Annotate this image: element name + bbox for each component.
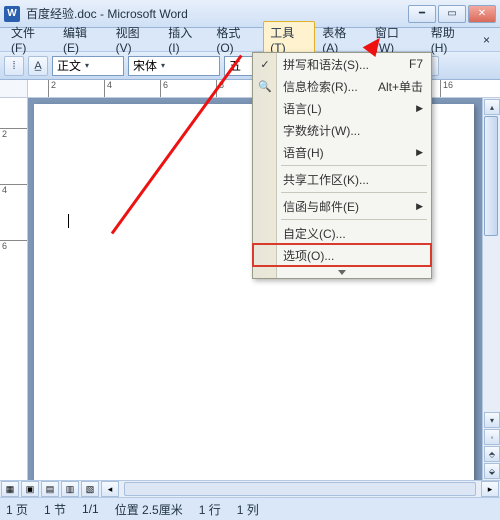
menu-item[interactable]: 自定义(C)...: [253, 222, 431, 244]
ruler-tick: 6: [160, 80, 168, 97]
menu-separator: [281, 165, 427, 166]
minimize-button[interactable]: ━: [408, 5, 436, 23]
menu-item[interactable]: 语音(H) ▶: [253, 141, 431, 163]
menu-file[interactable]: 文件(F): [4, 21, 56, 58]
menu-edit[interactable]: 编辑(E): [56, 21, 109, 58]
style-dropdown[interactable]: 正文 ▾: [52, 56, 124, 76]
chevron-down-icon: ▾: [85, 61, 89, 70]
status-pages: 1/1: [82, 502, 99, 516]
menu-item-label: 字数统计(W)...: [283, 122, 360, 139]
scroll-down-button[interactable]: ▾: [484, 412, 500, 428]
window-title: 百度经验.doc - Microsoft Word: [26, 5, 408, 22]
ruler-tick: 8: [216, 80, 224, 97]
font-dropdown[interactable]: 宋体 ▾: [128, 56, 220, 76]
status-section: 1 节: [44, 501, 66, 518]
menu-expand-chevron[interactable]: [253, 266, 431, 278]
scroll-track[interactable]: [484, 116, 500, 426]
style-value: 正文: [57, 57, 81, 74]
menu-item-label: 信息检索(R)...: [283, 78, 358, 95]
ruler-tick: 16: [440, 80, 453, 97]
scroll-left-button[interactable]: ◂: [101, 481, 119, 497]
status-line: 1 行: [199, 501, 221, 518]
menu-item-icon: ✓: [257, 56, 273, 72]
next-page-button[interactable]: ⬙: [484, 463, 500, 479]
ruler-tick: 6: [0, 240, 27, 251]
normal-view-button[interactable]: ▦: [1, 481, 19, 497]
ruler-tick: 4: [0, 184, 27, 195]
maximize-button[interactable]: ▭: [438, 5, 466, 23]
menu-item-label: 共享工作区(K)...: [283, 171, 369, 188]
status-page: 1 页: [6, 501, 28, 518]
menu-item-label: 信函与邮件(E): [283, 198, 359, 215]
menu-item[interactable]: ✓ 拼写和语法(S)... F7: [253, 53, 431, 75]
ruler-tick: 2: [48, 80, 56, 97]
outline-view-button[interactable]: ▥: [61, 481, 79, 497]
menu-shortcut: F7: [409, 57, 423, 71]
menu-shortcut: Alt+单击: [378, 78, 423, 95]
menu-item[interactable]: 信函与邮件(E) ▶: [253, 195, 431, 217]
scroll-up-button[interactable]: ▴: [484, 99, 500, 115]
web-view-button[interactable]: ▣: [21, 481, 39, 497]
ruler-corner: [0, 80, 28, 98]
submenu-arrow-icon: ▶: [416, 103, 423, 114]
status-col: 1 列: [237, 501, 259, 518]
tools-dropdown-menu: ✓ 拼写和语法(S)... F7 🔍 信息检索(R)... Alt+单击语言(L) ▶ 字数统…: [252, 52, 432, 279]
help-search-icon[interactable]: ×: [477, 33, 496, 47]
close-button[interactable]: ✕: [468, 5, 496, 23]
ruler-tick: 2: [0, 128, 27, 139]
font-value: 宋体: [133, 57, 157, 74]
browse-object-button[interactable]: ◦: [484, 429, 500, 445]
submenu-arrow-icon: ▶: [416, 147, 423, 158]
menu-item[interactable]: 选项(O)...: [253, 244, 431, 266]
menu-item-label: 选项(O)...: [283, 247, 334, 264]
style-handle-icon[interactable]: ⁞: [4, 56, 24, 76]
menu-separator: [281, 219, 427, 220]
menu-item-label: 语言(L): [283, 100, 322, 117]
font-size-value: 五: [229, 57, 241, 74]
menu-item[interactable]: 🔍 信息检索(R)... Alt+单击: [253, 75, 431, 97]
prev-page-button[interactable]: ⬘: [484, 446, 500, 462]
print-view-button[interactable]: ▤: [41, 481, 59, 497]
chevron-down-icon: ▾: [161, 61, 165, 70]
ruler-tick: 4: [104, 80, 112, 97]
submenu-arrow-icon: ▶: [416, 201, 423, 212]
menu-item-label: 语音(H): [283, 144, 324, 161]
view-bar: ▦ ▣ ▤ ▥ ▧ ◂ ▸: [0, 480, 500, 498]
scroll-right-button[interactable]: ▸: [481, 481, 499, 497]
vertical-scrollbar[interactable]: ▴ ▾ ◦ ⬘ ⬙: [482, 98, 500, 480]
style-format-icon[interactable]: A̲: [28, 56, 48, 76]
reading-view-button[interactable]: ▧: [81, 481, 99, 497]
status-position: 位置 2.5厘米: [115, 501, 183, 518]
menu-item-label: 拼写和语法(S)...: [283, 56, 369, 73]
scroll-thumb[interactable]: [484, 116, 498, 236]
menu-item[interactable]: 共享工作区(K)...: [253, 168, 431, 190]
menu-view[interactable]: 视图(V): [109, 21, 162, 58]
vertical-ruler[interactable]: 2 4 6: [0, 98, 28, 480]
menu-item-icon: 🔍: [257, 78, 273, 94]
menu-bar: 文件(F) 编辑(E) 视图(V) 插入(I) 格式(O) 工具(T) 表格(A…: [0, 28, 500, 52]
menu-separator: [281, 192, 427, 193]
word-app-icon: W: [4, 6, 20, 22]
menu-item[interactable]: 字数统计(W)...: [253, 119, 431, 141]
text-cursor: [68, 214, 69, 228]
menu-item[interactable]: 语言(L) ▶: [253, 97, 431, 119]
menu-insert[interactable]: 插入(I): [161, 21, 209, 58]
menu-item-label: 自定义(C)...: [283, 225, 346, 242]
status-bar: 1 页 1 节 1/1 位置 2.5厘米 1 行 1 列: [0, 498, 500, 520]
horizontal-scroll-track[interactable]: [124, 482, 476, 496]
